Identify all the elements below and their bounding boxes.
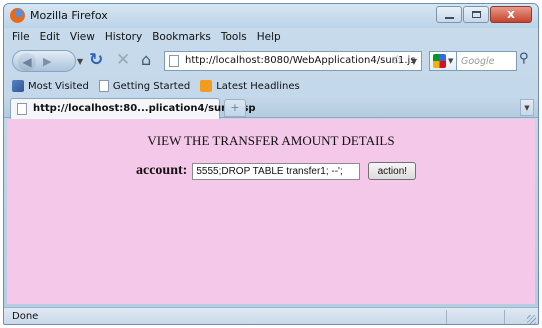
bookmark-latest-headlines[interactable]: Latest Headlines bbox=[200, 80, 300, 92]
menu-bar: File Edit View History Bookmarks Tools H… bbox=[4, 28, 538, 45]
bookmark-label: Latest Headlines bbox=[216, 80, 300, 92]
menu-file[interactable]: File bbox=[12, 31, 30, 43]
stop-icon[interactable]: ✕ bbox=[116, 50, 130, 70]
close-button[interactable]: x bbox=[490, 6, 532, 23]
page-icon bbox=[17, 103, 27, 115]
tab-active[interactable]: http://localhost:80...plication4/sun1.js… bbox=[10, 98, 256, 119]
status-divider bbox=[504, 310, 505, 324]
search-icon[interactable]: ⚲ bbox=[519, 51, 529, 66]
forward-icon[interactable]: ▶ bbox=[43, 55, 51, 68]
maximize-icon bbox=[472, 11, 481, 18]
maximize-button[interactable] bbox=[463, 6, 489, 23]
home-icon[interactable]: ⌂ bbox=[141, 50, 151, 69]
close-icon: x bbox=[507, 7, 515, 21]
back-icon[interactable]: ◀ bbox=[18, 53, 36, 71]
page-icon bbox=[169, 55, 179, 67]
menu-help[interactable]: Help bbox=[257, 31, 281, 43]
most-visited-icon bbox=[12, 80, 24, 92]
tab-label: http://localhost:80...plication4/sun1.js… bbox=[33, 103, 256, 114]
window-controls: x bbox=[435, 6, 532, 23]
menu-history[interactable]: History bbox=[105, 31, 142, 43]
back-forward-group: ◀ ▶ bbox=[12, 50, 76, 72]
account-input[interactable] bbox=[192, 162, 361, 180]
status-bar: Done bbox=[4, 307, 538, 324]
navigation-toolbar: ◀ ▶ ▼ ↻ ✕ ⌂ http://localhost:8080/WebApp… bbox=[4, 45, 538, 77]
search-input[interactable]: Google bbox=[457, 51, 517, 71]
search-engine-selector[interactable]: ▼ bbox=[429, 51, 457, 71]
firefox-logo-icon bbox=[10, 8, 25, 23]
bookmark-most-visited[interactable]: Most Visited bbox=[12, 80, 89, 92]
search-placeholder: Google bbox=[461, 56, 495, 67]
rss-icon bbox=[200, 80, 213, 92]
url-dropdown-icon[interactable]: ▼ bbox=[411, 57, 417, 66]
page-icon bbox=[98, 80, 109, 92]
star-icon[interactable]: ☆ bbox=[391, 53, 403, 68]
bookmark-label: Getting Started bbox=[112, 80, 191, 92]
url-input[interactable]: http://localhost:8080/WebApplication4/su… bbox=[185, 55, 416, 66]
reload-icon[interactable]: ↻ bbox=[89, 50, 103, 70]
tab-list-icon[interactable]: ▼ bbox=[520, 99, 534, 116]
resize-grip-icon[interactable] bbox=[527, 315, 536, 324]
window-title: Mozilla Firefox bbox=[30, 9, 108, 22]
new-tab-button[interactable]: + bbox=[224, 99, 246, 117]
search-engine-dropdown-icon: ▼ bbox=[448, 57, 454, 65]
menu-edit[interactable]: Edit bbox=[40, 31, 60, 43]
tab-strip: http://localhost:80...plication4/sun1.js… bbox=[4, 95, 538, 119]
browser-window: Mozilla Firefox x File Edit View History… bbox=[3, 3, 539, 325]
transfer-form: account: action! bbox=[136, 162, 417, 180]
status-divider bbox=[446, 310, 447, 324]
bookmark-label: Most Visited bbox=[28, 80, 89, 92]
account-label: account: bbox=[136, 163, 188, 178]
page-heading: VIEW THE TRANSFER AMOUNT DETAILS bbox=[147, 133, 395, 148]
action-button[interactable]: action! bbox=[368, 162, 417, 180]
page-content: VIEW THE TRANSFER AMOUNT DETAILS account… bbox=[7, 119, 535, 304]
bookmark-getting-started[interactable]: Getting Started bbox=[98, 80, 191, 92]
history-dropdown-icon[interactable]: ▼ bbox=[77, 57, 83, 66]
status-text: Done bbox=[12, 311, 39, 322]
url-bar[interactable]: http://localhost:8080/WebApplication4/su… bbox=[164, 51, 422, 71]
menu-bookmarks[interactable]: Bookmarks bbox=[152, 31, 211, 43]
menu-view[interactable]: View bbox=[70, 31, 95, 43]
minimize-button[interactable] bbox=[436, 6, 462, 23]
minimize-icon bbox=[445, 17, 454, 19]
google-icon bbox=[433, 54, 446, 68]
bookmarks-toolbar: Most Visited Getting Started Latest Head… bbox=[4, 77, 538, 95]
menu-tools[interactable]: Tools bbox=[221, 31, 247, 43]
title-bar: Mozilla Firefox x bbox=[4, 4, 538, 28]
